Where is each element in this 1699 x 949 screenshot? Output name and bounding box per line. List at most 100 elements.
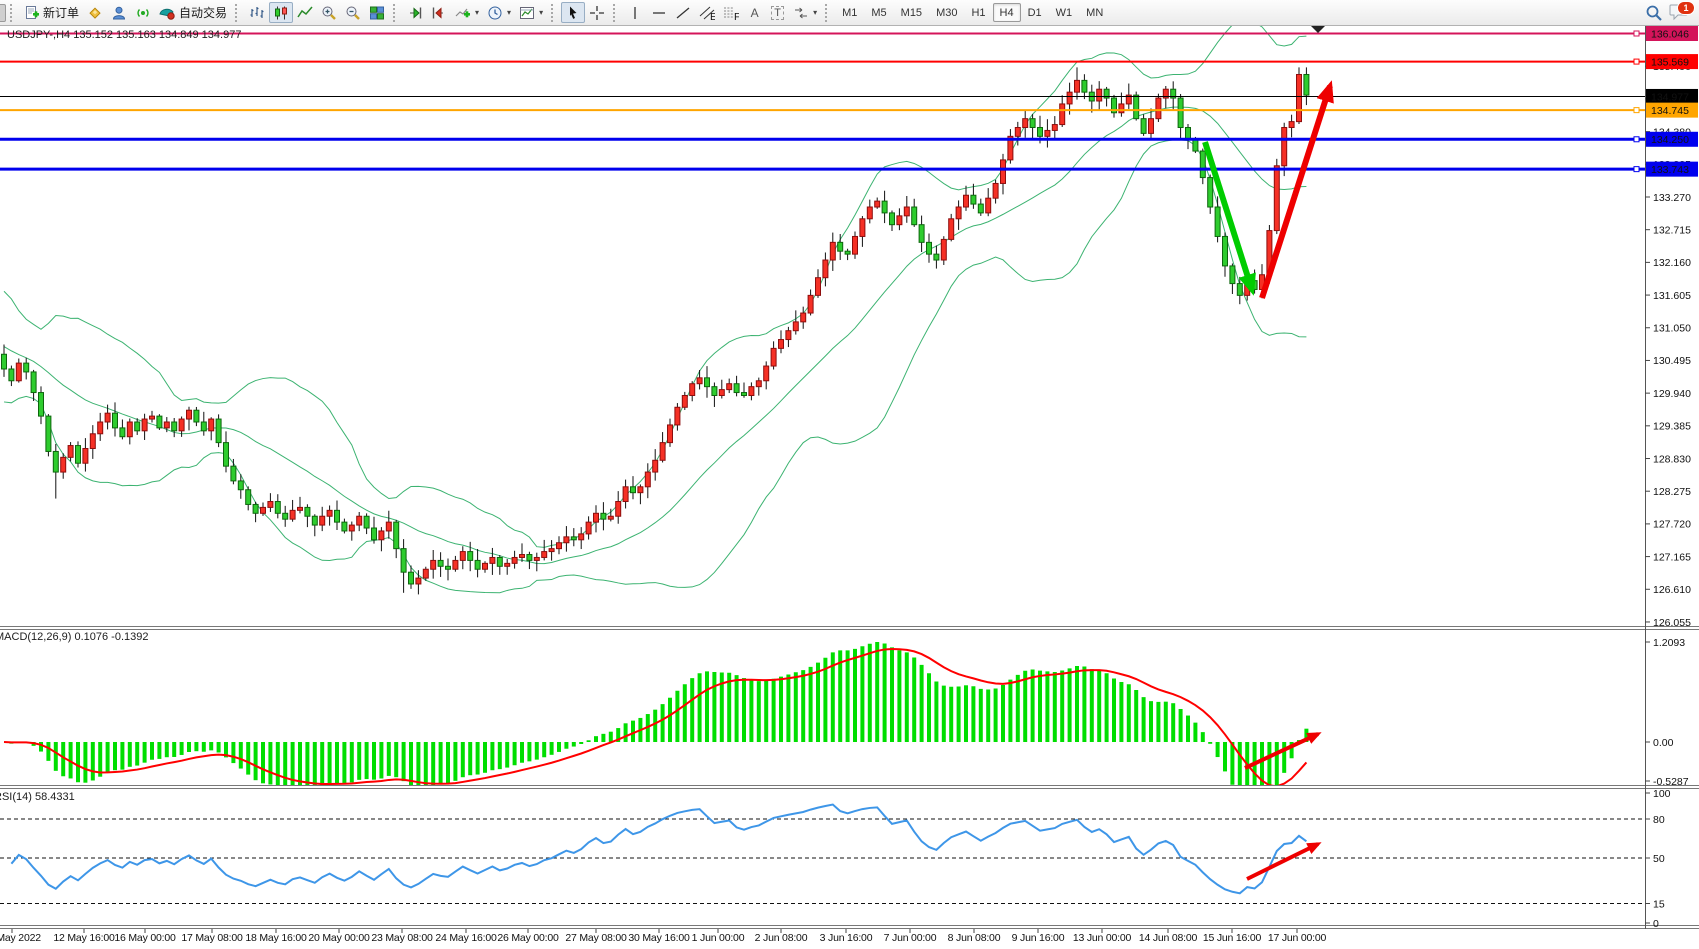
svg-text:15: 15 [1653, 898, 1665, 910]
price-level-badge: 135.569 [1651, 56, 1689, 68]
toolbar-drag-handle[interactable] [825, 4, 832, 22]
new-order-button[interactable]: 新订单 [20, 2, 83, 23]
price-level-badge: 136.046 [1651, 28, 1689, 40]
zoom-in-icon [321, 5, 337, 21]
new-order-icon [24, 5, 40, 21]
auto-trading-icon [159, 5, 176, 21]
market-button[interactable] [83, 2, 107, 23]
auto-scroll-button[interactable] [403, 2, 427, 23]
templates-button[interactable]: ▾ [515, 2, 547, 23]
green-down-arrow[interactable] [1205, 142, 1252, 290]
svg-text:127.720: 127.720 [1653, 519, 1691, 531]
timeframe-button-m1[interactable]: M1 [835, 3, 864, 22]
time-axis-label: 20 May 00:00 [308, 932, 369, 944]
vertical-line-icon [627, 5, 643, 21]
fibonacci-button[interactable]: F [719, 2, 743, 23]
trendline-icon [675, 5, 691, 21]
time-axis-label: 1 Jun 00:00 [692, 932, 745, 944]
timeframe-button-h4[interactable]: H4 [993, 3, 1021, 22]
timeframe-button-m15[interactable]: M15 [894, 3, 929, 22]
current-price-badge: 134.977 [1651, 91, 1689, 103]
time-axis-label: 12 May 16:00 [53, 932, 114, 944]
timeframe-button-mn[interactable]: MN [1079, 3, 1110, 22]
equidistant-channel-button[interactable]: E [695, 2, 719, 23]
svg-text:0: 0 [1653, 918, 1659, 930]
price-level-badge: 133.743 [1651, 164, 1689, 176]
svg-text:131.605: 131.605 [1653, 290, 1691, 302]
toolbar-drag-handle[interactable] [10, 4, 17, 22]
time-axis-label: 26 May 00:00 [497, 932, 558, 944]
candlestick-chart-button[interactable] [269, 2, 293, 23]
cursor-icon [565, 5, 581, 21]
tile-windows-button[interactable] [365, 2, 389, 23]
equidistant-channel-icon: E [699, 5, 715, 21]
time-axis-label: 8 Jun 08:00 [948, 932, 1001, 944]
horizontal-line-button[interactable] [647, 2, 671, 23]
zoom-out-button[interactable] [341, 2, 365, 23]
svg-text:100: 100 [1653, 788, 1671, 800]
dropdown-arrow-icon: ▾ [475, 8, 479, 17]
auto-trading-button[interactable]: 自动交易 [155, 2, 231, 23]
vertical-line-button[interactable] [623, 2, 647, 23]
community-button[interactable] [107, 2, 131, 23]
timeframe-button-m30[interactable]: M30 [929, 3, 964, 22]
toolbar-drag-handle[interactable] [613, 4, 620, 22]
timeframe-button-d1[interactable]: D1 [1021, 3, 1049, 22]
auto-trading-label: 自动交易 [179, 4, 227, 21]
svg-text:0.00: 0.00 [1653, 737, 1674, 749]
crosshair-button[interactable] [585, 2, 609, 23]
zoom-in-button[interactable] [317, 2, 341, 23]
line-chart-button[interactable] [293, 2, 317, 23]
new-order-label: 新订单 [43, 4, 79, 21]
time-axis-label: 2 Jun 08:00 [755, 932, 808, 944]
signals-icon [135, 5, 151, 21]
price-level-badge: 134.250 [1651, 134, 1689, 146]
community-icon [111, 5, 127, 21]
search-icon[interactable] [1645, 4, 1663, 22]
chat-button[interactable]: 1 [1669, 3, 1691, 23]
signals-button[interactable] [131, 2, 155, 23]
time-axis-label: 14 Jun 08:00 [1139, 932, 1197, 944]
svg-text:126.610: 126.610 [1653, 584, 1691, 596]
cursor-button[interactable] [561, 2, 585, 23]
svg-text:50: 50 [1653, 853, 1665, 865]
indicators-button[interactable]: ▾ [451, 2, 483, 23]
svg-text:129.385: 129.385 [1653, 421, 1691, 433]
toolbar-drag-handle[interactable] [235, 4, 242, 22]
horizontal-line-icon [651, 5, 667, 21]
chart-area[interactable]: 135.490134.935134.380133.825133.270132.7… [0, 0, 1699, 949]
toolbar-drag-handle[interactable] [551, 4, 558, 22]
price-level-badge: 134.745 [1651, 105, 1689, 117]
svg-text:126.055: 126.055 [1653, 617, 1691, 629]
time-axis: 11 May 202212 May 16:0016 May 00:0017 Ma… [0, 932, 1699, 949]
text-label-button[interactable]: T [766, 2, 789, 23]
auto-scroll-icon [407, 5, 423, 21]
time-axis-label: 18 May 16:00 [245, 932, 306, 944]
bar-chart-button[interactable] [245, 2, 269, 23]
timeframe-button-w1[interactable]: W1 [1049, 3, 1080, 22]
shapes-arrows-icon [793, 5, 809, 21]
timeframe-button-m5[interactable]: M5 [864, 3, 893, 22]
svg-text:131.050: 131.050 [1653, 323, 1691, 335]
text-button[interactable]: A [743, 2, 766, 23]
time-axis-label: 30 May 16:00 [628, 932, 689, 944]
macd-indicator-label: MACD(12,26,9) 0.1076 -0.1392 [0, 631, 148, 643]
time-axis-label: 17 May 08:00 [181, 932, 242, 944]
svg-text:129.940: 129.940 [1653, 388, 1691, 400]
crosshair-icon [589, 5, 605, 21]
rsi-up-arrow[interactable] [1247, 844, 1318, 879]
toolbar-drag-handle[interactable] [393, 4, 400, 22]
chart-shift-button[interactable] [427, 2, 451, 23]
periods-clock-icon [487, 5, 503, 21]
svg-text:130.495: 130.495 [1653, 355, 1691, 367]
time-axis-label: 9 Jun 16:00 [1012, 932, 1065, 944]
timeframe-button-h1[interactable]: H1 [964, 3, 992, 22]
clipped-icon [0, 4, 6, 22]
line-chart-icon [297, 5, 313, 21]
shapes-button[interactable]: ▾ [789, 2, 821, 23]
svg-text:132.160: 132.160 [1653, 257, 1691, 269]
main-toolbar: 新订单 自动交易 [0, 0, 1699, 26]
templates-icon [519, 5, 535, 21]
trendline-button[interactable] [671, 2, 695, 23]
periods-button[interactable]: ▾ [483, 2, 515, 23]
